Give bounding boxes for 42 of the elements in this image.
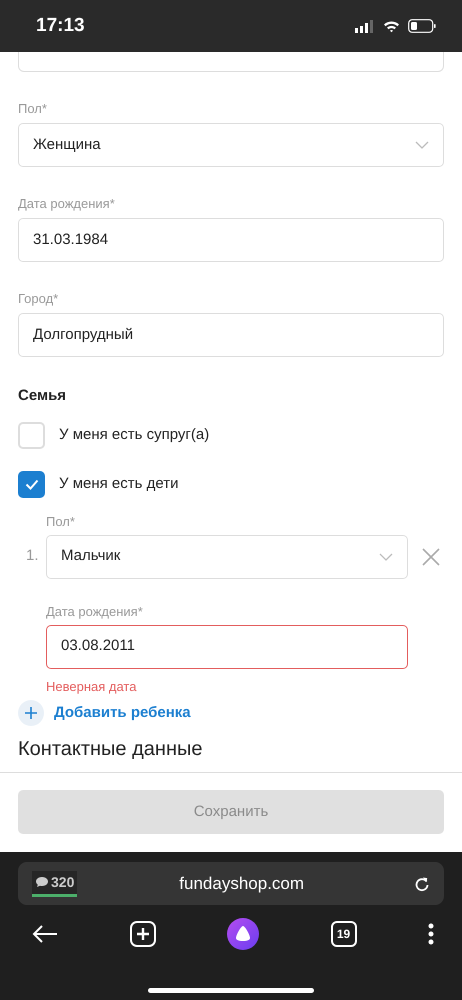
assistant-icon: [227, 918, 259, 950]
back-button[interactable]: [32, 925, 58, 943]
signal-icon: [355, 20, 375, 32]
close-icon: [422, 548, 440, 566]
select-field[interactable]: Женщина: [18, 123, 444, 167]
reload-icon[interactable]: [414, 876, 430, 892]
battery-icon: [408, 19, 436, 33]
field-label: Дата рождения*: [18, 195, 116, 213]
select-field[interactable]: Мальчик: [46, 534, 408, 578]
comments-counter[interactable]: 320: [32, 870, 78, 896]
checkbox-label: У меня есть дети: [59, 474, 178, 494]
url-text: fundayshop.com: [178, 872, 306, 895]
clock: 17:13: [36, 14, 85, 38]
input-field[interactable]: 31.03.1984: [18, 218, 444, 262]
field-label: Пол*: [46, 512, 76, 530]
add-child-button[interactable]: Добавить ребенка: [18, 700, 191, 726]
checkbox[interactable]: [18, 471, 45, 498]
checkbox-label: У меня есть супруг(а): [59, 425, 210, 446]
assistant-button[interactable]: [227, 918, 259, 950]
plus-icon: [24, 706, 38, 720]
error-message: Неверная дата: [46, 678, 138, 696]
menu-button[interactable]: [428, 923, 434, 945]
section-title: Контактные данные: [18, 738, 204, 761]
field-label: Город*: [18, 290, 60, 308]
section-title: Семья: [18, 386, 68, 406]
tabs-button[interactable]: 19: [330, 921, 356, 947]
address-bar[interactable]: 320 fundayshop.com: [18, 862, 444, 905]
new-tab-button[interactable]: [130, 921, 156, 947]
input-field[interactable]: [18, 52, 444, 72]
chevron-down-icon: [415, 141, 429, 149]
input-field[interactable]: 03.08.2011: [46, 624, 408, 668]
list-number: 1.: [26, 546, 40, 566]
more-icon: [428, 923, 434, 945]
input-field[interactable]: Долгопрудный: [18, 313, 444, 357]
chat-icon: [35, 876, 49, 888]
back-arrow-icon: [32, 925, 58, 943]
chevron-down-icon: [379, 552, 393, 560]
field-label: Пол*: [18, 100, 48, 118]
wifi-icon: [383, 20, 400, 32]
checkmark-icon: [24, 479, 38, 490]
plus-square-icon: [130, 921, 156, 947]
field-label: Дата рождения*: [46, 602, 144, 620]
